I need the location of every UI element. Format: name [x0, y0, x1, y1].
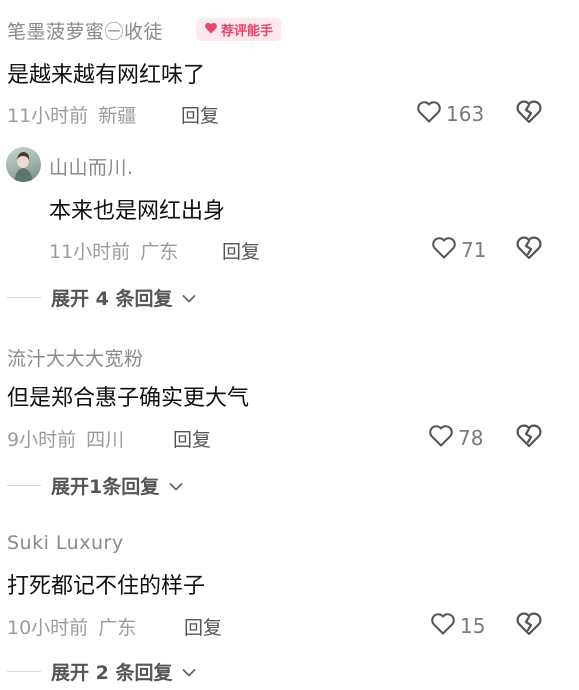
like-button[interactable]: 15 [430, 612, 485, 640]
expand-replies-label: 展开 4 条回复 [51, 288, 173, 310]
dislike-button[interactable] [515, 423, 543, 453]
chevron-down-icon [182, 661, 196, 683]
reply-button[interactable]: 回复 [184, 613, 222, 640]
comment-text: 是越来越有网红味了 [7, 63, 206, 88]
expand-replies-label: 展开 2 条回复 [51, 662, 173, 684]
divider-line [7, 671, 41, 672]
badge-label: 荐评能手 [221, 24, 274, 39]
comment-username[interactable]: 笔墨菠萝蜜㊀收徒 [7, 17, 163, 44]
dislike-button[interactable] [515, 235, 543, 265]
comment-time: 11小时前 [49, 241, 131, 263]
like-count: 78 [458, 426, 484, 450]
comment-location: 新疆 [98, 105, 137, 127]
like-button[interactable]: 163 [416, 100, 484, 128]
broken-heart-icon [515, 424, 543, 453]
heart-outline-icon [431, 236, 457, 264]
comment-text: 本来也是网红出身 [49, 199, 226, 224]
comment-text: 但是郑合惠子确实更大气 [7, 386, 250, 411]
comment-location: 广东 [98, 617, 137, 639]
like-count: 15 [460, 614, 486, 638]
comment-username[interactable]: 山山而川. [49, 153, 134, 180]
expand-replies-button[interactable]: 展开 2 条回复 [7, 658, 196, 685]
comment-time: 10小时前 [7, 617, 89, 639]
expand-replies-label: 展开1条回复 [51, 476, 160, 498]
heart-outline-icon [416, 100, 442, 128]
top-commenter-badge: 荐评能手 [196, 18, 282, 41]
comment-text: 打死都记不住的样子 [7, 574, 206, 599]
broken-heart-icon [515, 612, 543, 641]
like-count: 163 [446, 102, 485, 126]
heart-icon [204, 22, 218, 38]
broken-heart-icon [515, 100, 543, 129]
expand-replies-button[interactable]: 展开 4 条回复 [7, 284, 196, 311]
comment-location: 四川 [86, 429, 125, 451]
expand-replies-button[interactable]: 展开1条回复 [7, 472, 183, 499]
like-button[interactable]: 78 [428, 424, 483, 452]
heart-outline-icon [430, 612, 456, 640]
divider-line [7, 297, 41, 298]
reply-button[interactable]: 回复 [181, 101, 219, 128]
divider-line [7, 485, 41, 486]
like-button[interactable]: 71 [431, 236, 486, 264]
comment-meta: 9小时前 四川 [7, 425, 124, 452]
comment-time: 9小时前 [7, 429, 77, 451]
comment-username[interactable]: 流汁大大大宽粉 [7, 344, 144, 371]
comment-username[interactable]: Suki Luxury [7, 532, 124, 554]
chevron-down-icon [169, 475, 183, 497]
like-count: 71 [461, 238, 487, 262]
heart-outline-icon [428, 424, 454, 452]
broken-heart-icon [515, 236, 543, 265]
comment-location: 广东 [140, 241, 179, 263]
chevron-down-icon [182, 287, 196, 309]
comment-time: 11小时前 [7, 105, 89, 127]
reply-button[interactable]: 回复 [173, 425, 211, 452]
comment-meta: 11小时前 广东 [49, 237, 178, 264]
dislike-button[interactable] [515, 99, 543, 129]
comment-meta: 11小时前 新疆 [7, 101, 136, 128]
dislike-button[interactable] [515, 611, 543, 641]
comment-meta: 10小时前 广东 [7, 613, 136, 640]
avatar[interactable] [6, 147, 41, 182]
reply-button[interactable]: 回复 [222, 237, 260, 264]
